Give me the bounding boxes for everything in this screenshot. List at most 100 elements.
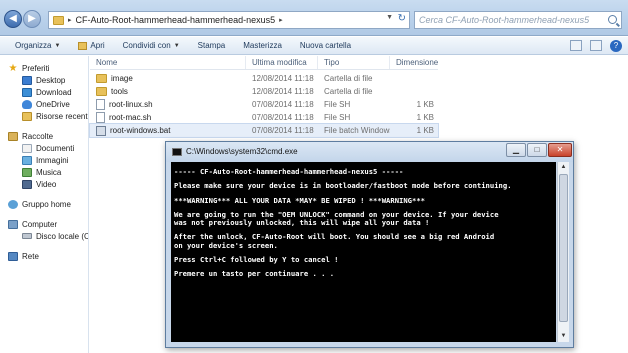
scroll-down-icon[interactable]: ▼ xyxy=(558,331,569,342)
organize-button[interactable]: Organizza ▼ xyxy=(6,41,69,50)
explorer-navigation-bar: ◀ ▶ ▸ CF-Auto-Root-hammerhead-hammerhead… xyxy=(0,0,628,36)
file-row[interactable]: root-mac.sh 07/08/2014 11:18 File SH 1 K… xyxy=(90,111,438,124)
chevron-down-icon: ▼ xyxy=(173,42,180,49)
sidebar-item-music[interactable]: Musica xyxy=(0,166,88,178)
file-icon xyxy=(96,99,105,110)
cmd-title-bar[interactable]: C:\Windows\system32\cmd.exe ▁ □ ✕ xyxy=(166,142,573,162)
file-rows: image 12/08/2014 11:18 Cartella di file … xyxy=(89,72,439,138)
view-controls: ? xyxy=(570,40,622,52)
console-line: Premere un tasto per continuare . . . xyxy=(174,269,335,279)
file-type: File SH xyxy=(324,113,351,122)
chevron-down-icon: ▼ xyxy=(54,42,61,49)
address-path: CF-Auto-Root-hammerhead-hammerhead-nexus… xyxy=(75,15,276,25)
console-line: on your device's screen. xyxy=(174,240,278,250)
help-icon[interactable]: ? xyxy=(610,40,622,52)
recent-places-icon xyxy=(22,111,32,121)
onedrive-icon xyxy=(22,99,32,109)
forward-button[interactable]: ▶ xyxy=(23,10,41,28)
open-icon xyxy=(78,41,88,50)
console-line: was not previously unlocked, this will w… xyxy=(174,218,430,228)
burn-button[interactable]: Masterizza xyxy=(234,41,291,50)
file-size: 1 KB xyxy=(416,113,434,122)
computer-icon xyxy=(8,219,18,229)
column-header-date[interactable]: Ultima modifica xyxy=(246,56,318,69)
sidebar-item-computer[interactable]: Computer xyxy=(0,218,88,230)
open-button[interactable]: Apri xyxy=(69,41,113,50)
network-icon xyxy=(8,251,18,261)
back-button[interactable]: ◀ xyxy=(4,10,22,28)
file-row[interactable]: root-windows.bat 07/08/2014 11:18 File b… xyxy=(89,123,439,138)
breadcrumb-chevron-icon[interactable]: ▸ xyxy=(279,16,283,24)
file-name: tools xyxy=(111,87,128,96)
refresh-icon[interactable]: ↻ xyxy=(398,13,406,24)
breadcrumb-separator-icon: ▸ xyxy=(68,17,72,24)
file-row[interactable]: tools 12/08/2014 11:18 Cartella di file xyxy=(90,85,438,98)
column-header-size[interactable]: Dimensione xyxy=(390,56,438,69)
scrollbar-thumb[interactable] xyxy=(559,174,568,322)
sidebar-item-video[interactable]: Video xyxy=(0,178,88,190)
sidebar-item-libraries[interactable]: Raccolte xyxy=(0,130,88,142)
file-type: Cartella di file xyxy=(324,87,373,96)
disk-drive-icon xyxy=(22,233,32,239)
search-input[interactable]: Cerca CF-Auto-Root-hammerhead-nexus5 xyxy=(414,11,622,29)
folder-icon xyxy=(53,15,64,25)
sidebar-item-network[interactable]: Rete xyxy=(0,250,88,262)
preview-pane-icon[interactable] xyxy=(590,40,602,51)
file-icon xyxy=(96,112,105,123)
file-name: root-linux.sh xyxy=(109,100,153,109)
file-date: 12/08/2014 11:18 xyxy=(252,87,314,96)
folder-icon xyxy=(96,74,107,83)
file-date: 12/08/2014 11:18 xyxy=(252,74,314,83)
console-output[interactable]: ----- CF-Auto-Root-hammerhead-hammerhead… xyxy=(171,162,556,342)
scroll-up-icon[interactable]: ▲ xyxy=(558,162,569,173)
address-dropdown-icon[interactable]: ▼ xyxy=(386,14,393,21)
print-button[interactable]: Stampa xyxy=(189,41,235,50)
folder-icon xyxy=(96,87,107,96)
file-date: 07/08/2014 11:18 xyxy=(252,100,314,109)
sidebar-item-documents[interactable]: Documenti xyxy=(0,142,88,154)
cmd-window-title: C:\Windows\system32\cmd.exe xyxy=(186,147,298,156)
change-view-icon[interactable] xyxy=(570,40,582,51)
search-placeholder: Cerca CF-Auto-Root-hammerhead-nexus5 xyxy=(419,15,590,25)
file-row[interactable]: image 12/08/2014 11:18 Cartella di file xyxy=(90,72,438,85)
sidebar-item-download[interactable]: Download xyxy=(0,86,88,98)
file-name: root-mac.sh xyxy=(109,113,152,122)
music-icon xyxy=(22,167,32,177)
documents-icon xyxy=(22,143,32,153)
sidebar-item-homegroup[interactable]: Gruppo home xyxy=(0,198,88,210)
file-type: File batch Windows xyxy=(324,126,390,135)
close-button[interactable]: ✕ xyxy=(548,143,572,157)
sidebar-item-desktop[interactable]: Desktop xyxy=(0,74,88,86)
address-bar[interactable]: ▸ CF-Auto-Root-hammerhead-hammerhead-nex… xyxy=(48,11,410,29)
column-headers: Nome Ultima modifica Tipo Dimensione xyxy=(90,56,438,70)
file-name: image xyxy=(111,74,133,83)
file-row[interactable]: root-linux.sh 07/08/2014 11:18 File SH 1… xyxy=(90,98,438,111)
sidebar-item-recent[interactable]: Risorse recenti xyxy=(0,110,88,122)
new-folder-button[interactable]: Nuova cartella xyxy=(291,41,360,50)
share-with-button[interactable]: Condividi con ▼ xyxy=(114,41,189,50)
column-header-type[interactable]: Tipo xyxy=(318,56,390,69)
sidebar-item-local-disk[interactable]: Disco locale (C: xyxy=(0,230,88,242)
console-line: Press Ctrl+C followed by Y to cancel ! xyxy=(174,255,339,265)
minimize-button[interactable]: ▁ xyxy=(506,143,526,157)
console-line: ***WARNING*** ALL YOUR DATA *MAY* BE WIP… xyxy=(174,195,425,205)
console-text: ----- CF-Auto-Root-hammerhead-hammerhead… xyxy=(171,162,556,279)
download-icon xyxy=(22,87,32,97)
libraries-icon xyxy=(8,131,18,141)
search-icon[interactable] xyxy=(608,15,617,24)
sidebar-item-favorites[interactable]: ★ Preferiti xyxy=(0,62,88,74)
file-name: root-windows.bat xyxy=(110,126,171,135)
homegroup-icon xyxy=(8,199,18,209)
sidebar-item-pictures[interactable]: Immagini xyxy=(0,154,88,166)
column-header-name[interactable]: Nome xyxy=(90,56,246,69)
desktop-icon xyxy=(22,75,32,85)
file-type: Cartella di file xyxy=(324,74,373,83)
sidebar-item-onedrive[interactable]: OneDrive xyxy=(0,98,88,110)
file-type: File SH xyxy=(324,100,351,109)
batch-file-icon xyxy=(96,125,106,136)
command-toolbar: Organizza ▼ Apri Condividi con ▼ Stampa Ma… xyxy=(0,37,628,55)
file-size: 1 KB xyxy=(416,126,434,135)
vertical-scrollbar[interactable]: ▲ ▼ xyxy=(557,162,569,342)
maximize-button[interactable]: □ xyxy=(527,143,547,157)
video-icon xyxy=(22,179,32,189)
